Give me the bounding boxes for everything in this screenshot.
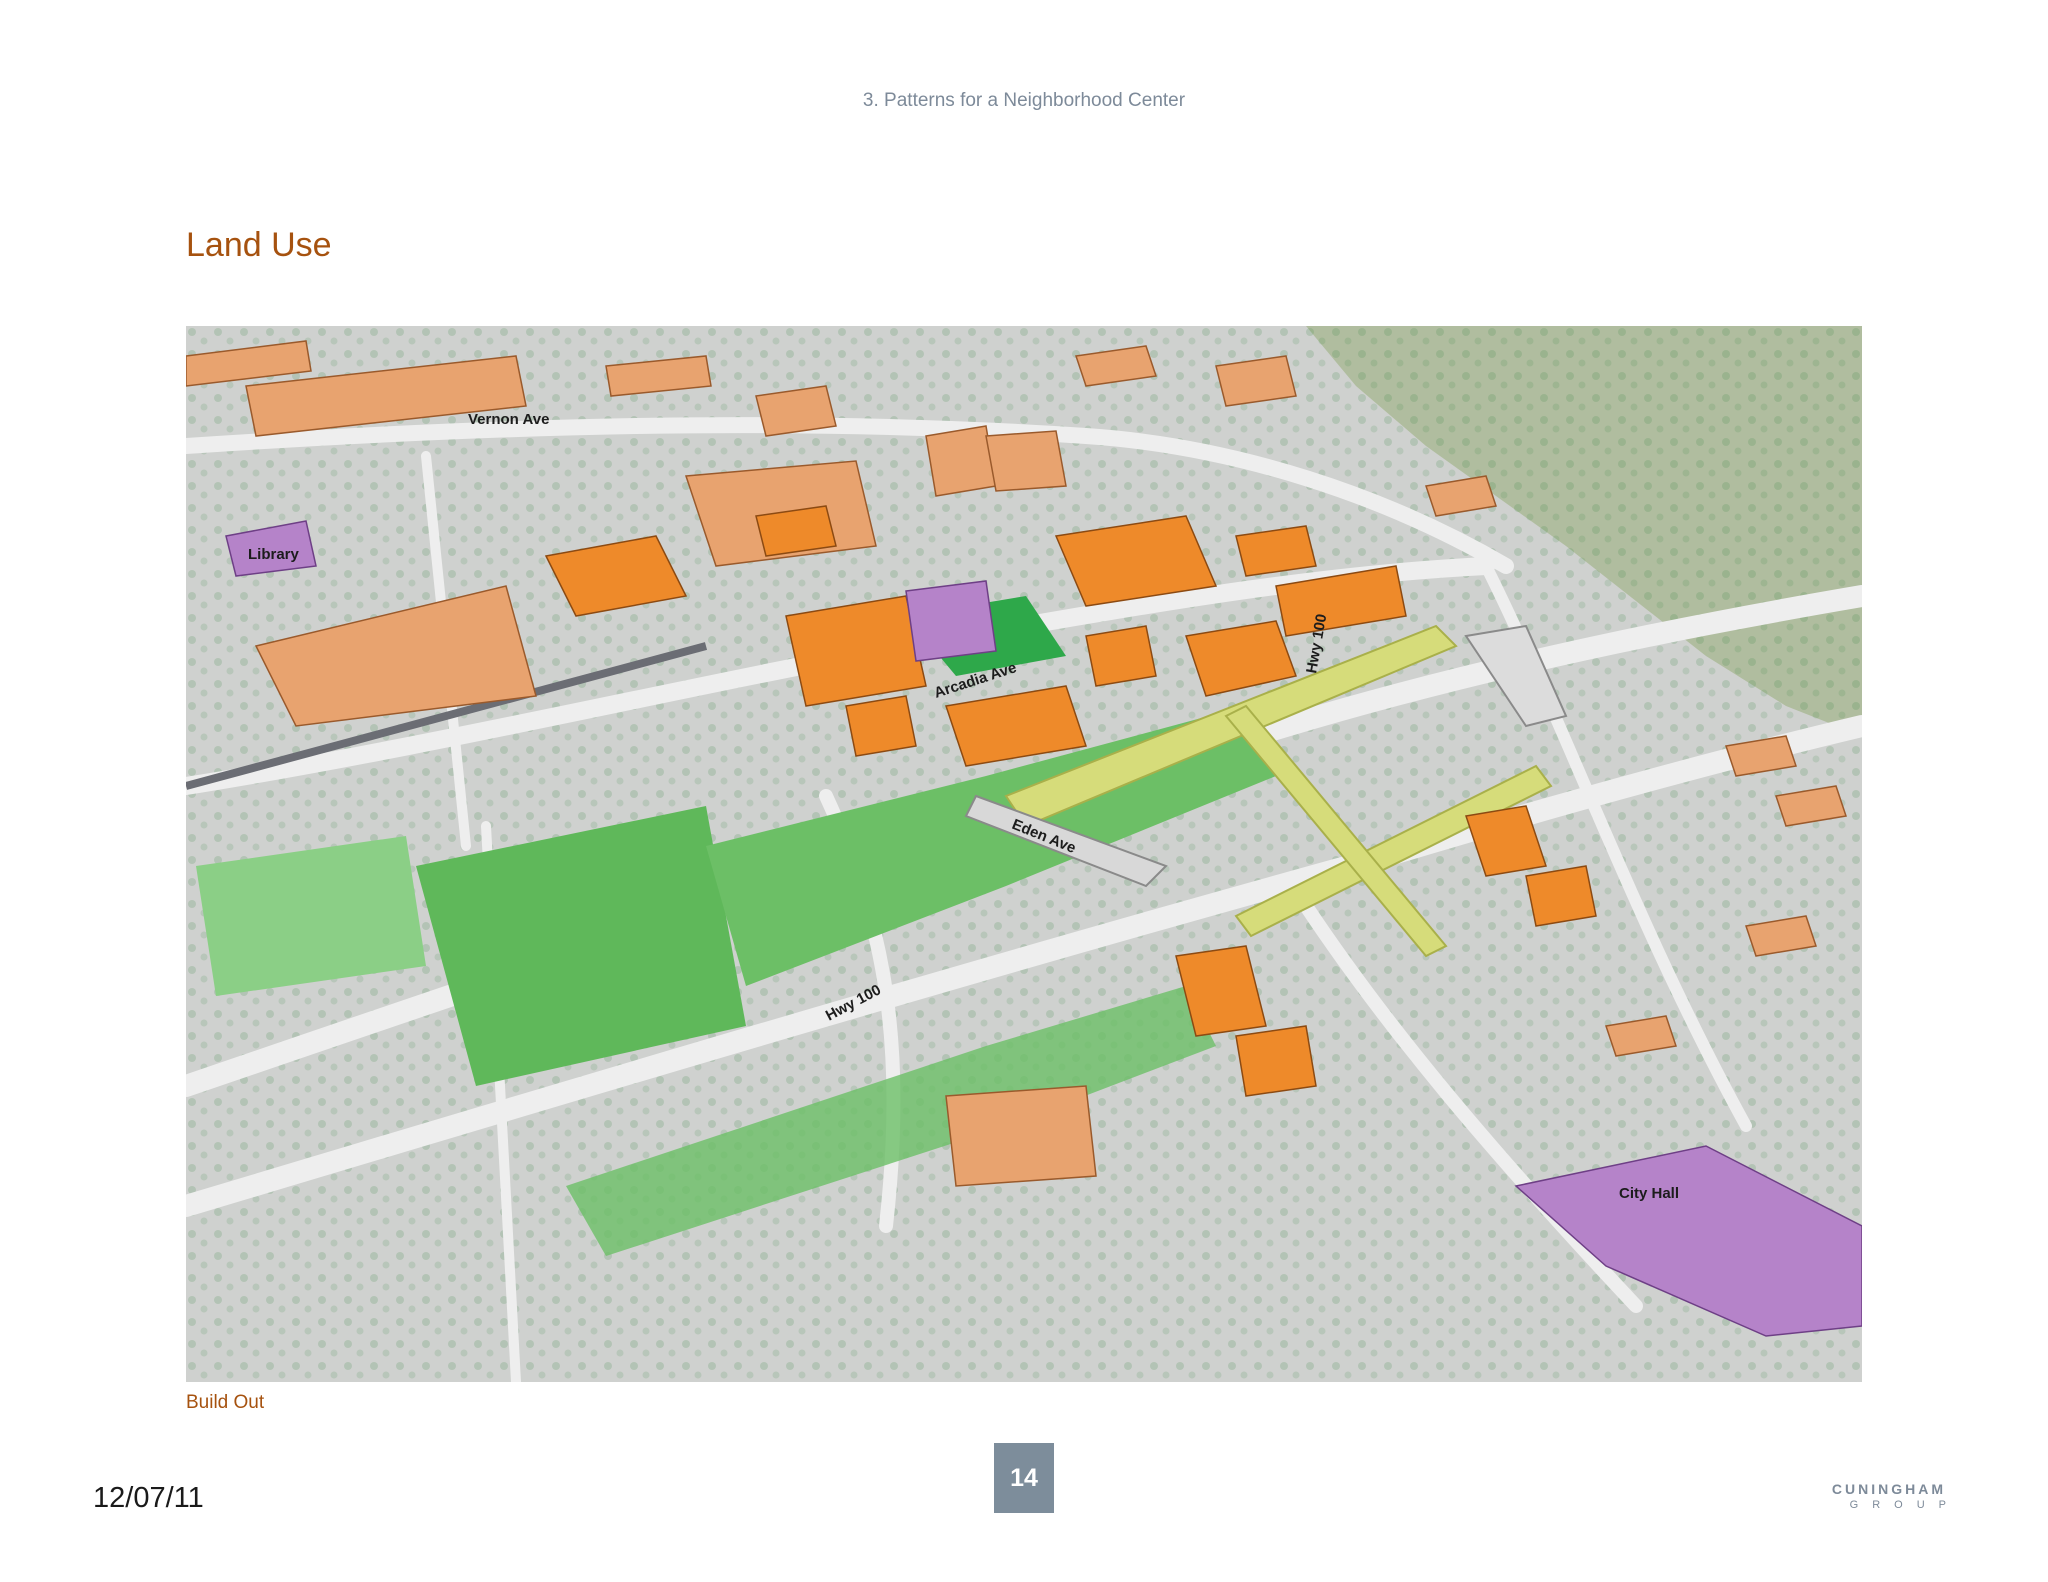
running-header: 3. Patterns for a Neighborhood Center xyxy=(862,90,1186,111)
page-number: 14 xyxy=(994,1443,1054,1513)
logo-line-1: CUNINGHAM xyxy=(1831,1481,1946,1497)
section-title: Land Use xyxy=(186,226,332,264)
label-vernon-ave: Vernon Ave xyxy=(468,411,549,428)
civic-building-center xyxy=(905,580,997,662)
figure-caption: Build Out xyxy=(186,1392,265,1413)
label-city-hall: City Hall xyxy=(1619,1185,1679,1202)
cuningham-group-logo: CUNINGHAM GROUP xyxy=(1822,1481,1946,1511)
logo-line-2: GROUP xyxy=(1849,1499,1960,1511)
label-library: Library xyxy=(248,546,300,563)
land-use-map-illustration: Vernon Ave Library Arcadia Ave Hwy 100 E… xyxy=(186,326,1862,1382)
footer-date: 12/07/11 xyxy=(93,1482,204,1514)
land-use-map: Vernon Ave Library Arcadia Ave Hwy 100 E… xyxy=(186,326,1862,1382)
